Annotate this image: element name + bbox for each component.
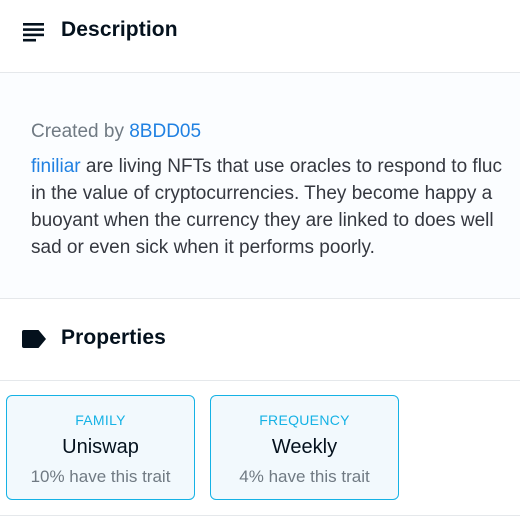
description-title: Description: [61, 18, 178, 41]
description-line: buoyant when the currency they are linke…: [31, 210, 494, 231]
description-header[interactable]: Description: [0, 0, 520, 73]
trait-rarity: 4% have this trait: [239, 467, 370, 486]
label-tag-icon: [22, 330, 46, 348]
description-line: finiliar are living NFTs that use oracle…: [31, 153, 520, 180]
description-line: sad or even sick when it performs poorly…: [31, 237, 375, 258]
trait-type: FREQUENCY: [259, 412, 350, 428]
collection-link[interactable]: finiliar: [31, 156, 81, 177]
description-line: in the value of cryptocurrencies. They b…: [31, 183, 493, 204]
trait-card-family[interactable]: FAMILY Uniswap 10% have this trait: [6, 395, 195, 500]
created-by: Created by 8BDD05: [31, 121, 201, 143]
traits-list: FAMILY Uniswap 10% have this trait FREQU…: [0, 381, 520, 516]
trait-type: FAMILY: [75, 412, 126, 428]
creator-link[interactable]: 8BDD05: [129, 121, 201, 142]
trait-rarity: 10% have this trait: [30, 467, 171, 486]
description-body: Created by 8BDD05 finiliar are living NF…: [0, 73, 520, 299]
description-text: finiliar are living NFTs that use oracle…: [31, 153, 520, 261]
properties-title: Properties: [61, 326, 166, 349]
nft-detail-panel: Description Created by 8BDD05 finiliar a…: [0, 0, 520, 520]
trait-card-frequency[interactable]: FREQUENCY Weekly 4% have this trait: [210, 395, 399, 500]
properties-header[interactable]: Properties: [0, 299, 520, 381]
trait-value: Uniswap: [62, 436, 139, 458]
description-line-1-text: are living NFTs that use oracles to resp…: [80, 156, 502, 177]
subject-lines-icon: [23, 22, 45, 42]
trait-value: Weekly: [271, 436, 338, 458]
created-by-label: Created by: [31, 121, 124, 142]
